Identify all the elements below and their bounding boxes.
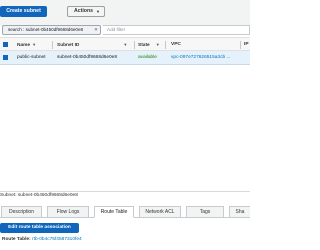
close-icon[interactable]: ✕ (94, 26, 98, 34)
pane-divider[interactable] (0, 191, 250, 192)
filter-bar: search : subnet-0b450df9668d6e0e8 ✕ Add … (0, 25, 250, 36)
subnets-table: Name ▼ Subnet ID ▼ State ▼ VPC IP public-su… (0, 37, 250, 65)
column-divider (52, 41, 53, 49)
tab-sharing[interactable]: Sha (229, 206, 250, 218)
column-header-subnet-id[interactable]: Subnet ID ▼ (57, 38, 135, 50)
vpc-link[interactable]: vpc-097e727626515a3cb ... (171, 51, 244, 64)
tab-network-acl[interactable]: Network ACL (139, 206, 181, 218)
table-header: Name ▼ Subnet ID ▼ State ▼ VPC IP (0, 37, 250, 51)
column-header-vpc[interactable]: VPC (171, 38, 241, 50)
edit-route-table-association-button[interactable]: Edit route table association (0, 223, 79, 233)
tab-description[interactable]: Description (1, 206, 42, 218)
sort-icon: ▼ (155, 42, 160, 47)
tab-route-table[interactable]: Route Table (94, 206, 134, 218)
add-filter-input[interactable]: Add filter (103, 25, 250, 35)
column-divider (240, 41, 241, 49)
route-table-label: Route Table: (2, 237, 31, 242)
tab-flow-logs[interactable]: Flow Logs (47, 206, 89, 218)
column-divider (165, 41, 166, 49)
actions-label: Actions (74, 8, 94, 14)
route-table-info: Route Table: rtb-0b4c75f4587310fe4 (2, 237, 82, 242)
select-all-checkbox[interactable] (3, 42, 8, 47)
search-filter-text: search : subnet-0b450df9668d6e0e8 (8, 27, 84, 32)
caret-down-icon: ▼ (96, 9, 100, 14)
state-cell: available (138, 55, 157, 60)
sort-icon: ▼ (32, 42, 37, 47)
row-checkbox[interactable] (3, 55, 8, 60)
sort-icon: ▼ (123, 42, 128, 47)
tab-tags[interactable]: Tags (186, 206, 224, 218)
column-header-state[interactable]: State ▼ (138, 38, 166, 50)
top-toolbar: Create subnet Actions ▼ (0, 0, 250, 26)
column-header-name[interactable]: Name ▼ (17, 38, 55, 50)
search-filter-chip[interactable]: search : subnet-0b450df9668d6e0e8 ✕ (2, 25, 101, 35)
column-divider (134, 41, 135, 49)
route-table-link[interactable]: rtb-0b4c75f4587310fe4 (32, 237, 82, 242)
table-row[interactable]: public-subnet subnet-0b450df9668d6e0e8 a… (0, 51, 250, 65)
details-tabs: Description Flow Logs Route Table Networ… (0, 203, 250, 218)
column-header-ipv4[interactable]: IP (244, 38, 250, 50)
details-title: Subnet: subnet-0b450df9668d6e0e8 (0, 193, 78, 198)
create-subnet-button[interactable]: Create subnet (0, 6, 47, 17)
subnet-id-cell: subnet-0b450df9668d6e0e8 (57, 55, 118, 60)
actions-dropdown-button[interactable]: Actions ▼ (67, 6, 105, 17)
subnet-name-cell: public-subnet (17, 55, 46, 60)
